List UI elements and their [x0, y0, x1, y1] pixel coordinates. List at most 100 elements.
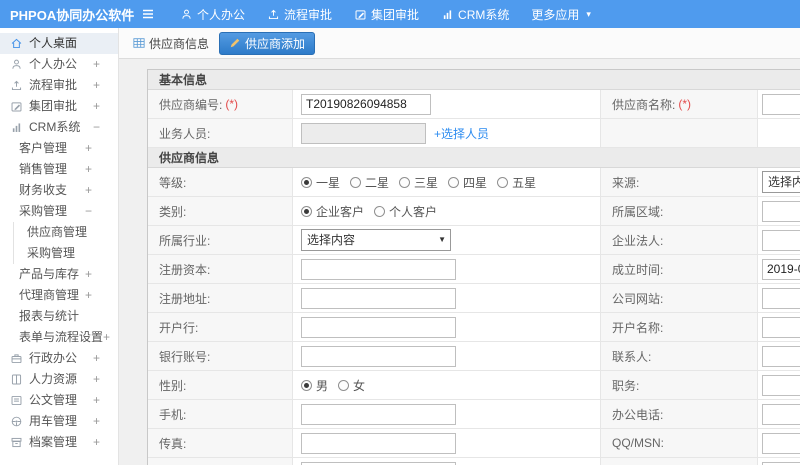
level-radio-option[interactable]: 四星: [448, 174, 487, 191]
expander-icon[interactable]: +: [93, 96, 100, 117]
supplier-name-field-cell: [758, 90, 800, 118]
expander-icon[interactable]: +: [93, 369, 100, 390]
sidebar-item[interactable]: 代理商管理 +: [0, 285, 118, 306]
select-person-link[interactable]: +选择人员: [434, 125, 489, 142]
radio-icon: [338, 379, 350, 391]
qq-msn-input[interactable]: [762, 432, 800, 454]
expander-icon[interactable]: +: [93, 348, 100, 369]
bank-account-input[interactable]: [301, 345, 456, 367]
expander-icon[interactable]: +: [85, 180, 92, 201]
business-staff-input[interactable]: [301, 122, 426, 144]
expander-icon[interactable]: +: [85, 285, 92, 306]
topbar-nav-item[interactable]: 集团审批: [354, 6, 419, 23]
caret-down-icon: ▾: [586, 8, 591, 19]
sidebar-item[interactable]: 表单与流程设置 +: [0, 327, 118, 348]
expander-icon[interactable]: +: [93, 390, 100, 411]
industry-select[interactable]: 选择内容 ▼: [301, 229, 451, 251]
sidebar-item-label: 产品与库存: [19, 267, 80, 281]
field-label: 来源:: [612, 175, 640, 190]
sidebar-item[interactable]: 行政办公 +: [0, 348, 118, 369]
level-radio-option[interactable]: 二星: [350, 174, 389, 191]
form-row: 所属行业: 选择内容 ▼ 企业法人:: [148, 226, 800, 255]
empty-field-cell: [758, 119, 800, 147]
topbar-nav-item[interactable]: 更多应用 ▾: [531, 6, 591, 23]
contact-input[interactable]: [762, 345, 800, 367]
tab-supplier-info[interactable]: 供应商信息: [133, 35, 209, 52]
region-input[interactable]: [762, 200, 800, 222]
chart-icon: [10, 121, 23, 134]
field-label: 业务人员:: [159, 126, 211, 141]
mobile-input[interactable]: [301, 403, 456, 425]
sidebar-item[interactable]: CRM系统 −: [0, 117, 118, 138]
office-phone-input[interactable]: [762, 403, 800, 425]
radio-label: 男: [316, 378, 329, 393]
sidebar-item[interactable]: 个人办公 +: [0, 54, 118, 75]
expander-icon[interactable]: +: [93, 411, 100, 432]
founded-date-input[interactable]: [762, 258, 800, 280]
expander-icon[interactable]: +: [93, 432, 100, 453]
sidebar-item-label: 集团审批: [29, 99, 78, 113]
topbar-nav-item[interactable]: CRM系统: [441, 6, 509, 23]
field-label: 注册地址:: [159, 291, 211, 306]
menu-toggle-icon[interactable]: [140, 5, 158, 23]
sidebar-item[interactable]: 产品与库存 +: [0, 264, 118, 285]
field-label: 注册资本:: [159, 262, 211, 277]
email-input[interactable]: [301, 461, 456, 465]
category-radio-option[interactable]: 个人客户: [374, 203, 437, 220]
zip-code-input[interactable]: [762, 461, 800, 465]
expander-icon[interactable]: +: [85, 264, 92, 285]
form-row: 手机: 办公电话:: [148, 400, 800, 429]
gender-radio-option[interactable]: 女: [338, 377, 365, 394]
sidebar-item[interactable]: 档案管理 +: [0, 432, 118, 453]
sidebar-item[interactable]: 财务收支 +: [0, 180, 118, 201]
topbar-nav-item[interactable]: 个人办公: [180, 6, 245, 23]
supplier-code-input[interactable]: [301, 93, 431, 115]
sidebar-item[interactable]: 公文管理 +: [0, 390, 118, 411]
expander-icon[interactable]: +: [85, 138, 92, 159]
expander-icon[interactable]: +: [85, 159, 92, 180]
sidebar-item[interactable]: 个人桌面: [0, 33, 118, 54]
sidebar-item[interactable]: 销售管理 +: [0, 159, 118, 180]
registered-address-input[interactable]: [301, 287, 456, 309]
company-website-input[interactable]: [762, 287, 800, 309]
registered-capital-input[interactable]: [301, 258, 456, 280]
expander-icon[interactable]: +: [93, 75, 100, 96]
level-radio-option[interactable]: 三星: [399, 174, 438, 191]
sidebar-item[interactable]: 用车管理 +: [0, 411, 118, 432]
source-select[interactable]: 选择内容▼: [762, 171, 800, 193]
sidebar-item[interactable]: 报表与统计: [0, 306, 118, 327]
tab-supplier-add[interactable]: 供应商添加: [219, 31, 316, 55]
field-label: 所属区域:: [612, 204, 664, 219]
supplier-form: 基本信息供应商编号: (*)供应商名称: (*)业务人员:+选择人员供应商信息等…: [147, 69, 800, 465]
sidebar-item-label: 采购管理: [27, 246, 76, 260]
bank-account-label: 银行账号:: [148, 342, 293, 370]
sidebar-item[interactable]: 集团审批 +: [0, 96, 118, 117]
expander-icon[interactable]: −: [93, 117, 100, 138]
fax-label: 传真:: [148, 429, 293, 457]
level-radio-option[interactable]: 五星: [497, 174, 536, 191]
gender-radio-option[interactable]: 男: [301, 377, 328, 394]
expander-icon[interactable]: +: [93, 54, 100, 75]
sidebar-item[interactable]: 供应商管理: [0, 222, 118, 243]
sidebar-item[interactable]: 流程审批 +: [0, 75, 118, 96]
registered-capital-label: 注册资本:: [148, 255, 293, 283]
account-name-input[interactable]: [762, 316, 800, 338]
supplier-name-input[interactable]: [762, 93, 800, 115]
field-label: 公司网站:: [612, 291, 664, 306]
sidebar-item[interactable]: 客户管理 +: [0, 138, 118, 159]
fax-input[interactable]: [301, 432, 456, 454]
bank-input[interactable]: [301, 316, 456, 338]
expander-icon[interactable]: −: [85, 201, 92, 222]
topbar-nav-item[interactable]: 流程审批: [267, 6, 332, 23]
nav-item-label: 集团审批: [371, 7, 420, 22]
form-scroll-area: 基本信息供应商编号: (*)供应商名称: (*)业务人员:+选择人员供应商信息等…: [119, 59, 800, 465]
level-radio-option[interactable]: 一星: [301, 174, 340, 191]
gender-label: 性别:: [148, 371, 293, 399]
legal-person-input[interactable]: [762, 229, 800, 251]
category-radio-option[interactable]: 企业客户: [301, 203, 364, 220]
sidebar-item[interactable]: 人力资源 +: [0, 369, 118, 390]
sidebar-item[interactable]: 采购管理: [0, 243, 118, 264]
expander-icon[interactable]: +: [103, 327, 110, 348]
position-input[interactable]: [762, 374, 800, 396]
sidebar-item[interactable]: 采购管理 −: [0, 201, 118, 222]
